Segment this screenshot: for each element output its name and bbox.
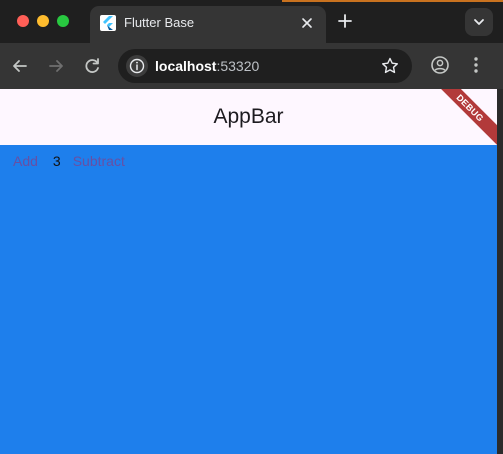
address-bar[interactable]: localhost:53320 (118, 49, 412, 83)
tab-title: Flutter Base (124, 15, 195, 30)
menu-kebab-icon[interactable] (466, 53, 486, 77)
app-bar-title: AppBar (213, 105, 284, 128)
browser-window: Flutter Base localhost:53320 AppBar Add … (0, 0, 503, 454)
reload-icon[interactable] (80, 54, 104, 78)
add-button[interactable]: Add (13, 152, 38, 170)
browser-toolbar: localhost:53320 (0, 43, 503, 89)
flutter-icon (100, 15, 116, 31)
bookmark-star-icon[interactable] (380, 56, 400, 76)
tab-search-button[interactable] (465, 8, 493, 36)
url-host: localhost (155, 58, 217, 74)
minimize-window-button[interactable] (37, 15, 49, 27)
counter-row: Add 3 Subtract (13, 152, 125, 170)
url-port: :53320 (216, 58, 260, 74)
tab-strip: Flutter Base (0, 0, 503, 43)
subtract-button[interactable]: Subtract (73, 152, 125, 170)
url-text: localhost:53320 (155, 57, 259, 75)
counter-value: 3 (52, 153, 61, 169)
site-info-icon[interactable] (126, 55, 148, 77)
tab-flutter-base[interactable]: Flutter Base (90, 6, 326, 43)
tab-strip-accent (282, 0, 503, 2)
back-arrow-icon[interactable] (8, 54, 32, 78)
app-bar: AppBar (0, 89, 497, 145)
window-edge (497, 89, 503, 454)
profile-icon[interactable] (428, 53, 452, 77)
new-tab-button[interactable] (334, 10, 356, 32)
forward-arrow-icon[interactable] (44, 54, 68, 78)
maximize-window-button[interactable] (57, 15, 69, 27)
close-window-button[interactable] (17, 15, 29, 27)
close-tab-icon[interactable] (298, 14, 316, 32)
flutter-app-page: AppBar Add 3 Subtract DEBUG (0, 89, 497, 454)
